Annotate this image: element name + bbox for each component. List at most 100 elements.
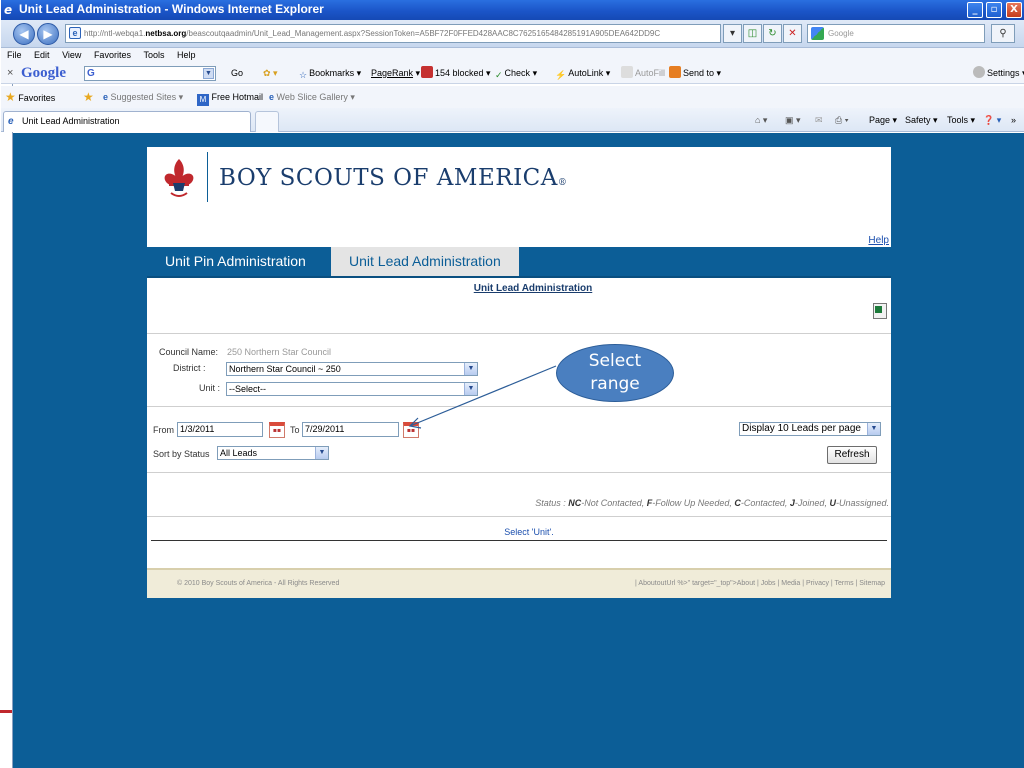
search-icon[interactable]: ⚲	[991, 24, 1015, 43]
sort-label: Sort by Status	[153, 449, 210, 459]
url-path: /beascoutqaadmin/Unit_Lead_Management.as…	[186, 29, 661, 38]
organization-name: BOY SCOUTS OF AMERICA®	[219, 165, 568, 191]
spellcheck-button[interactable]: ✓ Check ▾	[495, 62, 537, 84]
council-value: 250 Northern Star Council	[227, 347, 332, 357]
tab-row: e Unit Lead Administration ⌂ ▾ ▣ ▾ ✉ ⎙ ▾…	[1, 108, 1024, 132]
bookmarks-button[interactable]: ☆ Bookmarks ▾	[299, 62, 361, 84]
autofill-button[interactable]: AutoFill	[621, 62, 665, 84]
council-label: Council Name:	[159, 347, 219, 357]
new-tab-button[interactable]	[255, 111, 279, 132]
address-dropdown-icon[interactable]: ▾	[723, 24, 742, 43]
chevron-down-icon: ▼	[464, 363, 477, 375]
back-icon[interactable]: ◀	[13, 23, 35, 45]
bsa-fleur-de-lis-icon	[164, 159, 194, 197]
compatibility-icon[interactable]: ◫	[743, 24, 762, 43]
unit-label: Unit :	[199, 383, 221, 393]
blocked-icon	[421, 66, 433, 78]
help-icon[interactable]: ❓ ▾	[983, 108, 1001, 132]
chevron-down-icon[interactable]: ▼	[203, 68, 214, 79]
home-icon[interactable]: ⌂ ▾	[755, 108, 767, 132]
from-calendar-icon[interactable]: ▪▪	[269, 422, 285, 438]
safety-menu[interactable]: Safety ▾	[905, 108, 938, 132]
unit-selected-value: --Select--	[229, 384, 267, 394]
web-page: BOY SCOUTS OF AMERICA® Help Unit Pin Adm…	[13, 133, 1024, 768]
favorites-bar: ★ Favorites ★ e Suggested Sites ▾ M Free…	[1, 86, 1024, 108]
hotmail-link[interactable]: M Free Hotmail	[197, 86, 263, 108]
tab-unit-lead-administration[interactable]: Unit Lead Administration	[331, 247, 519, 276]
print-icon[interactable]: ⎙ ▾	[835, 108, 848, 132]
to-calendar-icon[interactable]: ▪▪	[403, 422, 419, 438]
toolbar-gear-icon[interactable]: ✿ ▾	[263, 62, 278, 84]
slide: e Unit Lead Administration - Windows Int…	[0, 0, 1024, 768]
district-select[interactable]: Northern Star Council ~ 250 ▼	[226, 362, 478, 376]
favorites-button[interactable]: ★ Favorites	[5, 86, 55, 109]
menu-edit[interactable]: Edit	[34, 50, 50, 60]
menu-favorites[interactable]: Favorites	[94, 50, 131, 60]
feeds-icon[interactable]: ▣ ▾	[785, 108, 801, 132]
menu-tools[interactable]: Tools	[143, 50, 164, 60]
go-button[interactable]: Go	[231, 62, 243, 84]
star-icon: ☆	[299, 70, 308, 80]
stop-icon[interactable]: ✕	[783, 24, 802, 43]
sort-status-value: All Leads	[220, 448, 258, 458]
district-selected-value: Northern Star Council ~ 250	[229, 364, 341, 374]
address-field[interactable]: e http://ntl-webqa1.netbsa.org/beascoutq…	[65, 24, 721, 43]
minimize-button[interactable]: _	[967, 2, 983, 18]
window-title: Unit Lead Administration - Windows Inter…	[19, 2, 324, 16]
close-toolbar-icon[interactable]: ×	[7, 62, 13, 84]
maximize-button[interactable]: ▫	[986, 2, 1002, 18]
menu-bar: File Edit View Favorites Tools Help	[1, 48, 1024, 62]
overflow-chevron-icon[interactable]: »	[1011, 108, 1016, 132]
add-favorite-icon[interactable]: ★	[83, 86, 94, 109]
chevron-down-icon: ▼	[867, 423, 880, 435]
mail-icon[interactable]: ✉	[815, 108, 823, 132]
refresh-button[interactable]: Refresh	[827, 446, 877, 464]
help-link[interactable]: Help	[868, 235, 889, 246]
chevron-down-icon: ▼	[315, 447, 328, 459]
tab-label: Unit Lead Administration	[22, 116, 120, 126]
divider	[147, 406, 891, 407]
divider	[147, 516, 891, 517]
favorites-star-icon: ★	[5, 90, 16, 104]
sort-status-select[interactable]: All Leads ▼	[217, 446, 329, 460]
divider	[147, 333, 891, 334]
tab-unit-lead-administration[interactable]: e Unit Lead Administration	[3, 111, 251, 132]
from-date-input[interactable]: 1/3/2011	[177, 422, 263, 437]
google-toolbar: × Google G ▼ Go ✿ ▾ ☆ Bookmarks ▾ PageRan…	[1, 62, 1024, 84]
url-domain: netbsa.org	[145, 29, 187, 38]
status-legend: Status : NC-Not Contacted, F-Follow Up N…	[535, 498, 889, 508]
export-excel-icon[interactable]	[873, 303, 887, 319]
from-label: From	[153, 425, 174, 435]
unit-select[interactable]: --Select-- ▼	[226, 382, 478, 396]
menu-help[interactable]: Help	[177, 50, 196, 60]
tab-unit-pin-administration[interactable]: Unit Pin Administration	[147, 247, 324, 276]
google-logo: Google	[21, 65, 66, 81]
callout-line-1: Select	[588, 351, 642, 371]
google-search-input[interactable]: G ▼	[84, 66, 216, 81]
tools-menu[interactable]: Tools ▾	[947, 108, 975, 132]
page-size-value: Display 10 Leads per page	[742, 423, 861, 434]
autolink-button[interactable]: ⚡ AutoLink ▾	[555, 62, 610, 84]
ie-logo-icon: e	[4, 3, 13, 17]
footer-links[interactable]: | AboutoutUrl %>" target="_top">About | …	[635, 570, 885, 598]
main-navigation: Unit Pin Administration Unit Lead Admini…	[147, 247, 891, 278]
menu-file[interactable]: File	[7, 50, 22, 60]
callout-line-2: range	[590, 374, 640, 394]
to-date-input[interactable]: 7/29/2011	[302, 422, 399, 437]
menu-view[interactable]: View	[62, 50, 81, 60]
forward-icon[interactable]: ▶	[37, 23, 59, 45]
search-input[interactable]: Google	[807, 24, 985, 43]
sendto-button[interactable]: Send to ▾	[669, 62, 721, 84]
pagerank-button[interactable]: PageRank ▾	[371, 62, 420, 84]
page-size-select[interactable]: Display 10 Leads per page ▼	[739, 422, 881, 436]
title-bar: e Unit Lead Administration - Windows Int…	[1, 0, 1024, 20]
close-button[interactable]: X	[1006, 2, 1022, 18]
suggested-sites-link[interactable]: e Suggested Sites ▾	[103, 86, 183, 108]
popup-blocker-button[interactable]: 154 blocked ▾	[421, 62, 491, 84]
tab-ie-icon: e	[8, 116, 14, 127]
web-slice-gallery-link[interactable]: e Web Slice Gallery ▾	[269, 86, 355, 108]
refresh-icon[interactable]: ↻	[763, 24, 782, 43]
page-menu[interactable]: Page ▾	[869, 108, 897, 132]
url-prefix: http://ntl-webqa1.	[84, 29, 146, 38]
settings-button[interactable]: Settings ▾	[973, 62, 1024, 84]
